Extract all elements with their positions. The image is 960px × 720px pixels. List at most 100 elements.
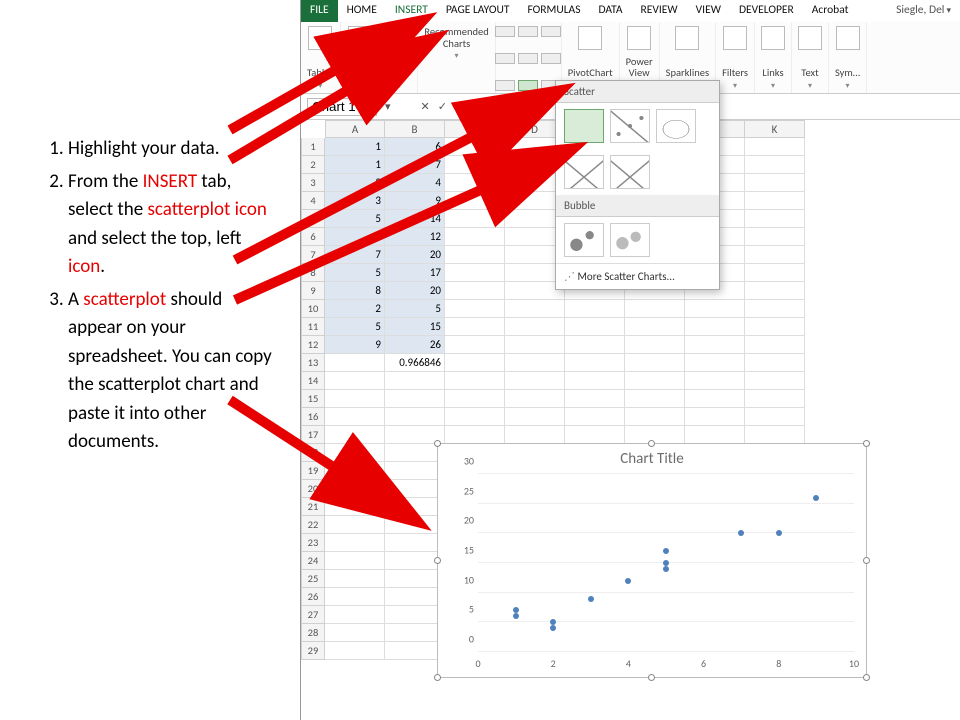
tab-acrobat[interactable]: Acrobat xyxy=(803,0,858,22)
cell[interactable] xyxy=(745,174,805,192)
cell[interactable] xyxy=(745,138,805,156)
accept-formula-icon[interactable]: ✓ xyxy=(438,100,447,113)
tab-insert[interactable]: INSERT xyxy=(386,0,437,22)
cell[interactable]: 1 xyxy=(325,138,385,156)
cell[interactable]: 20 xyxy=(385,246,445,264)
embedded-chart[interactable]: Chart Title 0510152025300246810 xyxy=(437,443,867,678)
cell[interactable] xyxy=(445,174,505,192)
cell[interactable] xyxy=(445,354,505,372)
ribbon-apps[interactable]: Apps xyxy=(381,22,418,93)
chart-bar-icon[interactable] xyxy=(495,26,515,37)
cell[interactable] xyxy=(445,336,505,354)
cell[interactable]: 2 xyxy=(325,174,385,192)
cell[interactable] xyxy=(325,516,385,534)
cell[interactable] xyxy=(565,426,625,444)
ribbon-illustrations[interactable]: Illust… xyxy=(341,22,382,93)
column-header[interactable]: C xyxy=(445,120,505,138)
cell[interactable] xyxy=(445,372,505,390)
cell[interactable] xyxy=(745,408,805,426)
cell[interactable]: 6 xyxy=(385,138,445,156)
cell[interactable] xyxy=(685,426,745,444)
chart-data-point[interactable] xyxy=(663,548,669,554)
cell[interactable]: 2 xyxy=(325,300,385,318)
chart-area-icon[interactable] xyxy=(541,26,561,37)
chart-pie-icon[interactable] xyxy=(495,80,515,91)
cell[interactable] xyxy=(625,390,685,408)
chart-data-point[interactable] xyxy=(738,530,744,536)
row-header[interactable]: 15 xyxy=(301,390,325,408)
tab-formulas[interactable]: FORMULAS xyxy=(518,0,589,22)
cell[interactable] xyxy=(325,552,385,570)
cell[interactable] xyxy=(325,534,385,552)
row-header[interactable]: 16 xyxy=(301,408,325,426)
chart-data-point[interactable] xyxy=(813,495,819,501)
cell[interactable]: 26 xyxy=(385,336,445,354)
ribbon-filters[interactable]: Filters xyxy=(716,22,755,93)
row-header[interactable]: 13 xyxy=(301,354,325,372)
cell[interactable] xyxy=(445,390,505,408)
chart-resize-handle[interactable] xyxy=(863,557,870,564)
cell[interactable] xyxy=(745,390,805,408)
chart-data-point[interactable] xyxy=(663,566,669,572)
cell[interactable] xyxy=(625,426,685,444)
cell[interactable] xyxy=(685,408,745,426)
cell[interactable] xyxy=(505,426,565,444)
tab-data[interactable]: DATA xyxy=(589,0,631,22)
row-header[interactable]: 6 xyxy=(301,228,325,246)
cell[interactable] xyxy=(385,588,445,606)
cell[interactable] xyxy=(745,426,805,444)
cell[interactable] xyxy=(505,408,565,426)
cell[interactable] xyxy=(505,354,565,372)
cell[interactable] xyxy=(745,318,805,336)
scatter-straight-markers-option[interactable] xyxy=(564,155,604,189)
cell[interactable] xyxy=(445,264,505,282)
cell[interactable] xyxy=(325,462,385,480)
chart-line-icon[interactable] xyxy=(518,26,538,37)
cell[interactable] xyxy=(625,408,685,426)
cell[interactable] xyxy=(325,480,385,498)
cell[interactable] xyxy=(625,336,685,354)
cell[interactable] xyxy=(745,264,805,282)
cell[interactable] xyxy=(325,390,385,408)
cell[interactable] xyxy=(745,300,805,318)
chart-data-point[interactable] xyxy=(513,613,519,619)
cell[interactable] xyxy=(505,336,565,354)
cell[interactable] xyxy=(565,354,625,372)
scatter-smooth-lines-option[interactable] xyxy=(656,109,696,143)
cell[interactable] xyxy=(745,354,805,372)
cell[interactable] xyxy=(445,138,505,156)
name-box-dropdown-icon[interactable]: ▾ xyxy=(385,100,391,113)
cell[interactable] xyxy=(505,300,565,318)
chart-resize-handle[interactable] xyxy=(863,440,870,447)
cell[interactable] xyxy=(445,246,505,264)
cell[interactable]: 9 xyxy=(325,336,385,354)
cell[interactable] xyxy=(325,570,385,588)
cell[interactable] xyxy=(625,354,685,372)
cell[interactable] xyxy=(565,318,625,336)
scatter-straight-lines-option[interactable] xyxy=(610,155,650,189)
chart-data-point[interactable] xyxy=(513,607,519,613)
cell[interactable] xyxy=(385,624,445,642)
cell[interactable] xyxy=(385,516,445,534)
cell[interactable] xyxy=(745,210,805,228)
row-header[interactable]: 2 xyxy=(301,156,325,174)
cell[interactable] xyxy=(565,390,625,408)
cell[interactable] xyxy=(325,372,385,390)
row-header[interactable]: 9 xyxy=(301,282,325,300)
chart-plot-area[interactable]: 0510152025300246810 xyxy=(478,474,854,652)
cell[interactable] xyxy=(445,210,505,228)
cell[interactable] xyxy=(445,408,505,426)
cell[interactable] xyxy=(445,300,505,318)
chart-data-point[interactable] xyxy=(588,596,594,602)
chart-stock-icon[interactable] xyxy=(495,53,515,64)
cell[interactable] xyxy=(325,354,385,372)
tab-page-layout[interactable]: PAGE LAYOUT xyxy=(437,0,519,22)
row-header[interactable]: 20 xyxy=(301,480,325,498)
cell[interactable]: 5 xyxy=(325,264,385,282)
cell[interactable] xyxy=(445,156,505,174)
cell[interactable]: 7 xyxy=(385,156,445,174)
cell[interactable] xyxy=(745,336,805,354)
row-header[interactable]: 4 xyxy=(301,192,325,210)
ribbon-links[interactable]: Links xyxy=(755,22,792,93)
row-header[interactable]: 27 xyxy=(301,606,325,624)
